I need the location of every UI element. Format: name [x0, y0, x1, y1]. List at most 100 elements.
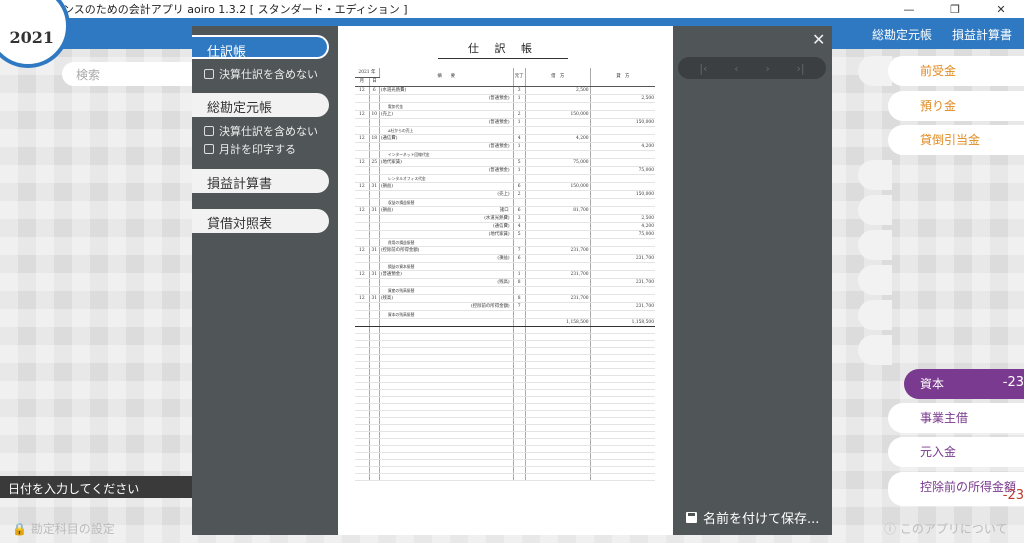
report-balance-sheet-button[interactable]: 貸借対照表 [192, 209, 329, 233]
table-cell: 25 [369, 157, 380, 167]
journal-exclude-closing-option[interactable]: 決算仕訳を含めない [204, 66, 318, 82]
table-row: (売上) 2 150,000 [355, 190, 655, 199]
table-cell: 31 [369, 269, 380, 279]
desc-text: (損益) [380, 207, 394, 213]
table-cell [525, 459, 591, 467]
table-cell: (控除前の所得金額) [379, 245, 514, 255]
table-cell [355, 403, 370, 411]
account-settings-link[interactable]: 🔒 勘定科目の設定 [12, 520, 115, 537]
table-cell: 6 [513, 254, 526, 263]
table-cell [379, 403, 514, 411]
table-cell [355, 166, 370, 175]
table-cell: 231,700 [590, 302, 655, 311]
date-input[interactable]: 日付を入力してください [0, 476, 192, 498]
save-as-button[interactable]: 名前を付けて保存... [686, 508, 819, 527]
table-cell [355, 340, 370, 348]
table-cell [369, 118, 380, 127]
maximize-button[interactable]: ❐ [932, 0, 978, 18]
table-cell [369, 417, 380, 425]
table-cell: 5 [513, 230, 526, 239]
table-cell [369, 102, 380, 111]
account-item-selected[interactable]: 資本 -23 [904, 369, 1024, 399]
nav-general-ledger[interactable]: 総勘定元帳 [872, 26, 932, 43]
table-row: 12 31 (普通預金) 1 231,700 [355, 269, 655, 279]
table-cell: 4,200 [590, 142, 655, 151]
table-row: 12 6 (水道光熱費) 3 2,500 [355, 85, 655, 95]
table-cell: (地代家賃) [379, 157, 514, 167]
close-dialog-icon[interactable]: ✕ [812, 30, 825, 49]
table-cell [590, 286, 655, 295]
account-item[interactable]: 前受金 [888, 56, 1024, 86]
checkbox-icon[interactable] [204, 69, 214, 79]
account-item[interactable]: 事業主借 [888, 403, 1024, 433]
table-cell [590, 157, 655, 167]
table-cell [590, 459, 655, 467]
table-cell [355, 214, 370, 223]
table-row-empty [355, 326, 655, 334]
table-cell [369, 190, 380, 199]
table-cell [590, 174, 655, 183]
table-row: インターネット回線代金 [355, 150, 655, 159]
table-cell [525, 333, 591, 341]
account-item[interactable]: 預り金 [888, 91, 1024, 121]
table-cell [355, 326, 370, 334]
table-cell: レンタルオフィス代金 [379, 174, 514, 183]
next-page-icon[interactable]: › [765, 62, 769, 75]
table-cell [369, 431, 380, 439]
table-cell: 12 [355, 293, 370, 303]
ledger-exclude-closing-option[interactable]: 決算仕訳を含めない [204, 123, 318, 139]
checkbox-icon[interactable] [204, 126, 214, 136]
table-cell [525, 94, 591, 103]
table-cell [379, 396, 514, 404]
table-cell [369, 317, 380, 327]
table-cell [369, 445, 380, 453]
table-cell: 資本の残高振替 [379, 310, 514, 319]
table-cell [525, 214, 591, 223]
table-cell: (損益) [379, 254, 514, 263]
table-row-empty [355, 452, 655, 460]
table-row-empty [355, 403, 655, 411]
table-cell [355, 238, 370, 247]
report-general-ledger-button[interactable]: 総勘定元帳 [192, 93, 329, 117]
minimize-button[interactable]: — [886, 0, 932, 18]
table-cell [369, 238, 380, 247]
close-window-button[interactable]: ✕ [978, 0, 1024, 18]
account-item[interactable]: 控除前の所得金額 -23 [888, 472, 1024, 506]
table-cell [379, 361, 514, 369]
table-cell [525, 190, 591, 199]
table-cell: 31 [369, 205, 380, 215]
table-cell [513, 424, 526, 432]
ledger-monthly-total-option[interactable]: 月計を印字する [204, 141, 296, 157]
table-cell [513, 466, 526, 474]
table-cell [355, 354, 370, 362]
search-input[interactable]: 検索 [62, 62, 202, 86]
table-cell [369, 94, 380, 103]
checkbox-icon[interactable] [204, 144, 214, 154]
last-page-icon[interactable]: ›| [796, 62, 804, 75]
table-row: (残高) 8 231,700 [355, 278, 655, 287]
table-cell [355, 466, 370, 474]
column-header: 貸 方 [590, 68, 655, 87]
table-cell: 資産の残高振替 [379, 286, 514, 295]
table-cell [525, 396, 591, 404]
table-cell [590, 424, 655, 432]
table-cell [355, 333, 370, 341]
table-row-empty [355, 438, 655, 446]
account-item[interactable]: 元入金 [888, 437, 1024, 467]
table-cell [513, 410, 526, 418]
table-cell [379, 431, 514, 439]
table-cell [355, 126, 370, 135]
nav-income-statement[interactable]: 損益計算書 [952, 26, 1012, 43]
table-cell: (損益) 諸口 [379, 205, 514, 215]
report-journal-button[interactable]: 仕訳帳 [192, 35, 329, 60]
table-cell [379, 333, 514, 341]
account-item[interactable]: 貸倒引当金 [888, 125, 1024, 155]
first-page-icon[interactable]: |‹ [699, 62, 707, 75]
table-cell [369, 459, 380, 467]
table-cell [525, 417, 591, 425]
report-income-statement-button[interactable]: 損益計算書 [192, 169, 329, 193]
table-cell [379, 410, 514, 418]
prev-page-icon[interactable]: ‹ [734, 62, 738, 75]
table-cell: (水道光熱費) [379, 85, 514, 95]
about-app-link[interactable]: ⓘ このアプリについて [884, 520, 1007, 537]
